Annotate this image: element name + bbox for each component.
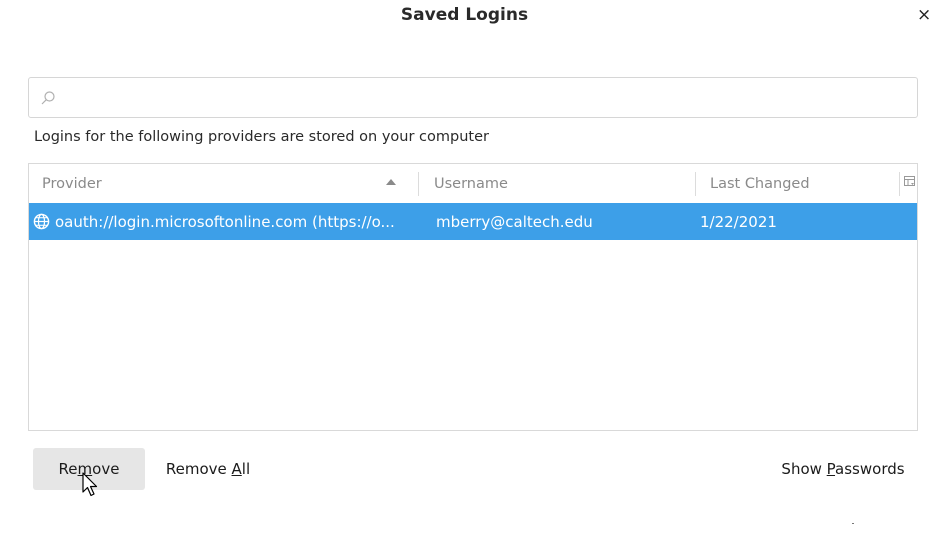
logins-table: Provider Username Last Changed oauth://l… xyxy=(28,163,918,431)
cell-username: mberry@caltech.edu xyxy=(436,213,593,231)
column-header-username-label: Username xyxy=(434,176,508,192)
show-passwords-label-pre: Show xyxy=(781,460,827,478)
globe-icon xyxy=(33,213,50,230)
stray-dot xyxy=(852,523,854,524)
column-separator xyxy=(899,172,900,196)
remove-label-accel: m xyxy=(77,460,93,478)
show-passwords-label-accel: P xyxy=(826,460,836,478)
column-header-provider[interactable]: Provider xyxy=(42,164,412,203)
remove-all-button[interactable]: Remove All xyxy=(152,448,264,490)
column-header-provider-label: Provider xyxy=(42,176,102,192)
intro-text: Logins for the following providers are s… xyxy=(34,129,489,145)
remove-all-label-post: ll xyxy=(241,460,251,478)
table-header: Provider Username Last Changed xyxy=(29,164,917,203)
cell-provider: oauth://login.microsoftonline.com (https… xyxy=(55,213,395,231)
column-header-last-changed-label: Last Changed xyxy=(710,176,810,192)
cell-last-changed: 1/22/2021 xyxy=(700,213,777,231)
dialog-title: Saved Logins xyxy=(400,5,529,25)
remove-label-post: ove xyxy=(92,460,120,478)
search-icon xyxy=(41,91,55,105)
column-header-last-changed[interactable]: Last Changed xyxy=(710,164,890,203)
sort-ascending-icon xyxy=(386,179,396,185)
remove-all-label-accel: A xyxy=(231,460,242,478)
show-passwords-button[interactable]: Show Passwords xyxy=(766,448,920,490)
table-row[interactable]: oauth://login.microsoftonline.com (https… xyxy=(29,203,917,240)
column-separator[interactable] xyxy=(418,172,419,196)
column-separator[interactable] xyxy=(695,172,696,196)
remove-label-pre: Re xyxy=(58,460,78,478)
remove-all-label-pre: Remove xyxy=(165,460,232,478)
show-passwords-label-post: asswords xyxy=(835,460,905,478)
remove-button[interactable]: Remove xyxy=(33,448,145,490)
column-header-username[interactable]: Username xyxy=(434,164,694,203)
search-box[interactable] xyxy=(28,77,918,118)
search-input[interactable] xyxy=(65,86,909,112)
close-button[interactable]: × xyxy=(917,3,929,27)
column-picker-icon[interactable] xyxy=(904,176,916,188)
